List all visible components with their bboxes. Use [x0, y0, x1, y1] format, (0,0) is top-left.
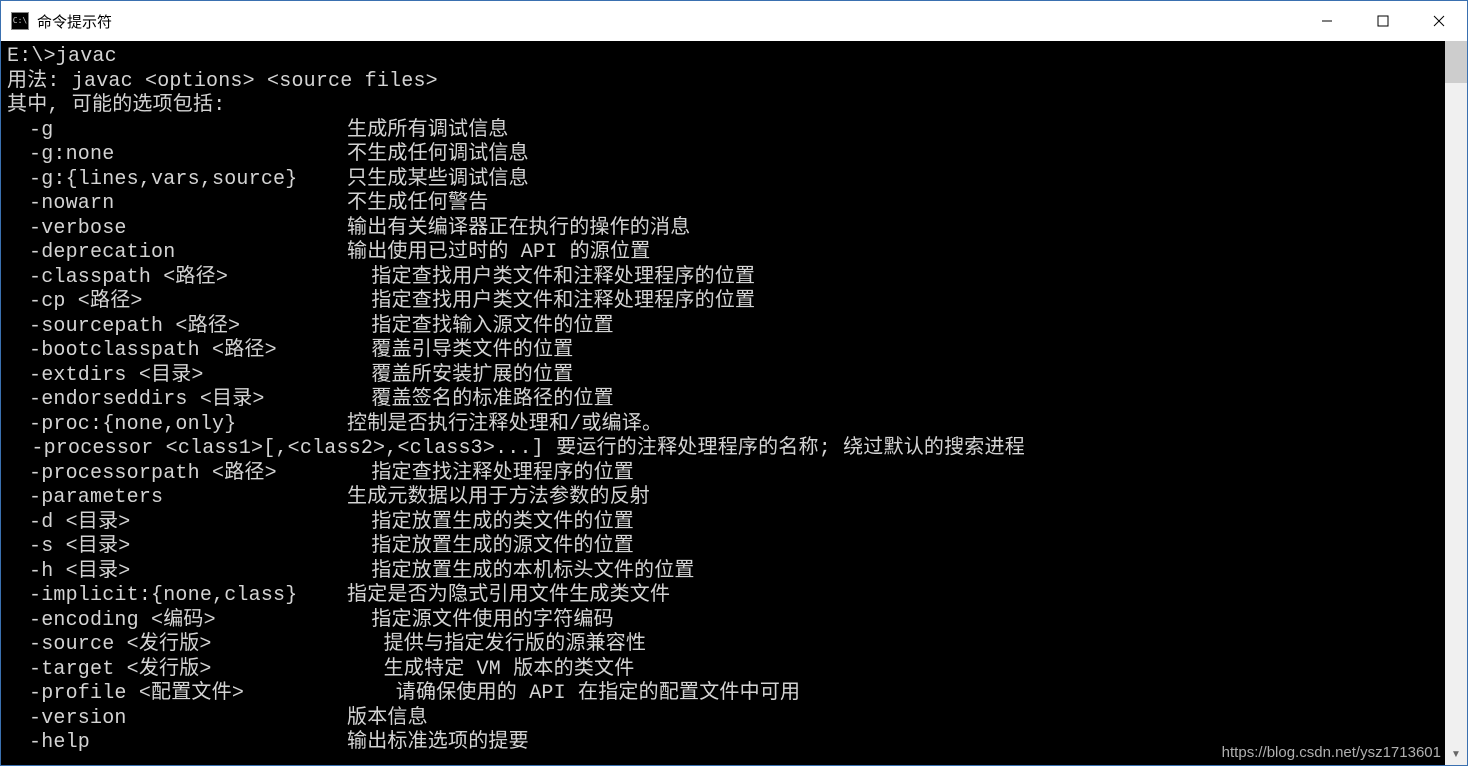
option-desc: 输出使用已过时的 API 的源位置 — [347, 241, 650, 266]
option-desc: 不生成任何调试信息 — [347, 143, 529, 168]
option-desc: 生成特定 VM 版本的类文件 — [347, 658, 634, 683]
option-line: -g:none不生成任何调试信息 — [7, 143, 1439, 168]
option-desc: 输出有关编译器正在执行的操作的消息 — [347, 217, 690, 242]
option-line: -implicit:{none,class}指定是否为隐式引用文件生成类文件 — [7, 584, 1439, 609]
option-flag: -g:none — [7, 143, 347, 168]
option-flag: -encoding <编码> — [7, 609, 347, 634]
option-line: -endorseddirs <目录> 覆盖签名的标准路径的位置 — [7, 388, 1439, 413]
scroll-thumb[interactable] — [1445, 41, 1467, 83]
option-desc: 覆盖引导类文件的位置 — [347, 339, 573, 364]
option-desc: 指定查找用户类文件和注释处理程序的位置 — [347, 290, 755, 315]
option-flag: -version — [7, 707, 347, 732]
option-desc: 指定放置生成的源文件的位置 — [347, 535, 634, 560]
option-line: -classpath <路径> 指定查找用户类文件和注释处理程序的位置 — [7, 266, 1439, 291]
cmd-icon: C:\ — [11, 12, 29, 30]
option-flag: -nowarn — [7, 192, 347, 217]
option-flag: -d <目录> — [7, 511, 347, 536]
option-desc: 输出标准选项的提要 — [347, 731, 529, 756]
option-desc: 控制是否执行注释处理和/或编译。 — [347, 413, 662, 438]
option-line: -s <目录> 指定放置生成的源文件的位置 — [7, 535, 1439, 560]
option-flag: -classpath <路径> — [7, 266, 347, 291]
option-desc: 覆盖所安装扩展的位置 — [347, 364, 573, 389]
option-flag: -profile <配置文件> — [7, 682, 347, 707]
option-flag: -processorpath <路径> — [7, 462, 347, 487]
option-flag: -cp <路径> — [7, 290, 347, 315]
option-line: -d <目录> 指定放置生成的类文件的位置 — [7, 511, 1439, 536]
option-flag: -g — [7, 119, 347, 144]
command-prompt-window: C:\ 命令提示符 E:\>javac用法: javac <options> <… — [0, 0, 1468, 766]
option-line: -version版本信息 — [7, 707, 1439, 732]
option-line: -processorpath <路径> 指定查找注释处理程序的位置 — [7, 462, 1439, 487]
option-desc: 指定源文件使用的字符编码 — [347, 609, 614, 634]
maximize-button[interactable] — [1355, 1, 1411, 41]
window-controls — [1299, 1, 1467, 41]
option-desc: 提供与指定发行版的源兼容性 — [347, 633, 646, 658]
option-flag: -help — [7, 731, 347, 756]
option-flag: -implicit:{none,class} — [7, 584, 347, 609]
option-desc: 指定查找用户类文件和注释处理程序的位置 — [347, 266, 755, 291]
option-line: -sourcepath <路径> 指定查找输入源文件的位置 — [7, 315, 1439, 340]
option-line: -processor <class1>[,<class2>,<class3>..… — [7, 437, 1439, 462]
titlebar-left: C:\ 命令提示符 — [1, 11, 112, 32]
window-title: 命令提示符 — [37, 11, 112, 32]
option-line: -target <发行版> 生成特定 VM 版本的类文件 — [7, 658, 1439, 683]
option-line: -verbose输出有关编译器正在执行的操作的消息 — [7, 217, 1439, 242]
option-desc: 版本信息 — [347, 707, 428, 732]
option-desc: 指定查找输入源文件的位置 — [347, 315, 614, 340]
option-line: -source <发行版> 提供与指定发行版的源兼容性 — [7, 633, 1439, 658]
scroll-down-arrow-icon[interactable]: ▼ — [1445, 743, 1467, 765]
option-line: -parameters生成元数据以用于方法参数的反射 — [7, 486, 1439, 511]
option-line: -bootclasspath <路径> 覆盖引导类文件的位置 — [7, 339, 1439, 364]
option-line: -h <目录> 指定放置生成的本机标头文件的位置 — [7, 560, 1439, 585]
option-flag: -target <发行版> — [7, 658, 347, 683]
titlebar[interactable]: C:\ 命令提示符 — [1, 1, 1467, 41]
close-button[interactable] — [1411, 1, 1467, 41]
option-line: -extdirs <目录> 覆盖所安装扩展的位置 — [7, 364, 1439, 389]
option-line: -deprecation输出使用已过时的 API 的源位置 — [7, 241, 1439, 266]
option-flag: -parameters — [7, 486, 347, 511]
minimize-button[interactable] — [1299, 1, 1355, 41]
option-flag: -proc:{none,only} — [7, 413, 347, 438]
option-line: -encoding <编码> 指定源文件使用的字符编码 — [7, 609, 1439, 634]
option-desc: 不生成任何警告 — [347, 192, 488, 217]
client-area: E:\>javac用法: javac <options> <source fil… — [1, 41, 1467, 765]
option-desc: 指定放置生成的类文件的位置 — [347, 511, 634, 536]
option-line: -proc:{none,only}控制是否执行注释处理和/或编译。 — [7, 413, 1439, 438]
option-flag: -g:{lines,vars,source} — [7, 168, 347, 193]
option-desc: 指定放置生成的本机标头文件的位置 — [347, 560, 695, 585]
option-flag: -bootclasspath <路径> — [7, 339, 347, 364]
option-line: -cp <路径> 指定查找用户类文件和注释处理程序的位置 — [7, 290, 1439, 315]
option-desc: 指定查找注释处理程序的位置 — [347, 462, 634, 487]
option-desc: 生成所有调试信息 — [347, 119, 509, 144]
option-flag: -sourcepath <路径> — [7, 315, 347, 340]
option-desc: 生成元数据以用于方法参数的反射 — [347, 486, 650, 511]
option-flag: -source <发行版> — [7, 633, 347, 658]
usage-line: 用法: javac <options> <source files> — [7, 70, 1439, 95]
option-desc: 覆盖签名的标准路径的位置 — [347, 388, 614, 413]
options-intro-line: 其中, 可能的选项包括: — [7, 94, 1439, 119]
option-flag: -verbose — [7, 217, 347, 242]
terminal-output[interactable]: E:\>javac用法: javac <options> <source fil… — [1, 41, 1445, 765]
option-line: -g:{lines,vars,source}只生成某些调试信息 — [7, 168, 1439, 193]
option-desc: 只生成某些调试信息 — [347, 168, 529, 193]
option-line: -g生成所有调试信息 — [7, 119, 1439, 144]
option-desc: 请确保使用的 API 在指定的配置文件中可用 — [347, 682, 800, 707]
prompt-line: E:\>javac — [7, 45, 1439, 70]
option-line: -profile <配置文件> 请确保使用的 API 在指定的配置文件中可用 — [7, 682, 1439, 707]
option-flag: -deprecation — [7, 241, 347, 266]
option-flag: -extdirs <目录> — [7, 364, 347, 389]
option-flag: -h <目录> — [7, 560, 347, 585]
vertical-scrollbar[interactable]: ▲ ▼ — [1445, 41, 1467, 765]
option-flag: -endorseddirs <目录> — [7, 388, 347, 413]
option-line: -help输出标准选项的提要 — [7, 731, 1439, 756]
option-desc: 指定是否为隐式引用文件生成类文件 — [347, 584, 670, 609]
option-line: -nowarn不生成任何警告 — [7, 192, 1439, 217]
option-flag: -s <目录> — [7, 535, 347, 560]
